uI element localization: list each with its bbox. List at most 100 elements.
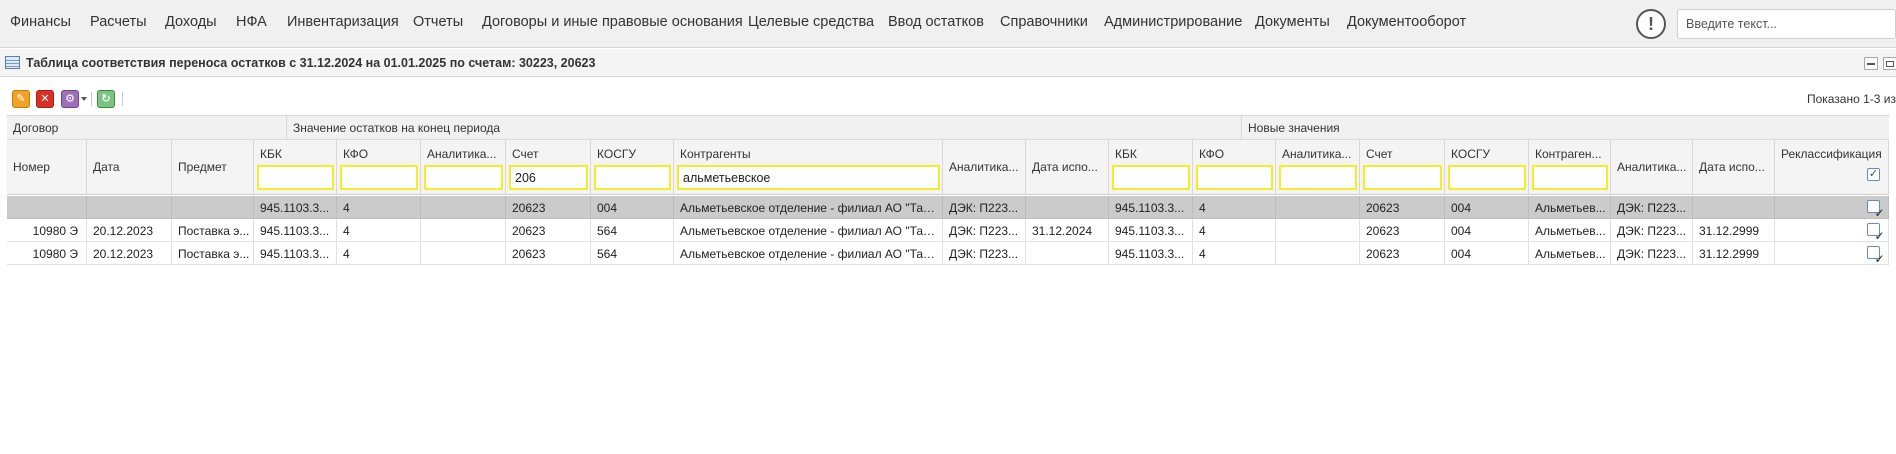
column-label: Аналитика... [1617,160,1687,174]
checkmark-icon: ✓ [1868,168,1879,180]
column-label: Контрагенты [680,147,751,161]
cell-data: 20.12.2023 [87,242,172,264]
menu-item-otchety[interactable]: Отчеты [413,14,463,30]
menu-item-dogovory[interactable]: Договоры и иные правовые основания [482,14,743,30]
cell-new-kontragenty: Альметьев... [1529,219,1611,241]
chevron-down-icon[interactable] [81,97,87,101]
cell-reklassifikatsiya: ✓ [1775,219,1889,241]
data-grid: Договор Значение остатков на конец перио… [7,115,1889,265]
cell-analitika-2: ДЭК: П223... [943,219,1026,241]
table-icon [5,56,20,69]
column-label: КБК [260,147,282,161]
menu-item-dokhody[interactable]: Доходы [165,14,217,30]
reclass-checkbox[interactable]: ✓ [1867,200,1885,218]
cell-analitika-2: ДЭК: П223... [943,242,1026,264]
header-col-kfo[interactable]: КФО [337,140,421,195]
cell-text: Альметьев... [1535,224,1606,238]
filter-kfo[interactable] [340,165,418,190]
cell-text: 4 [343,224,350,238]
table-row[interactable]: 10980 Э 20.12.2023 Поставка э... 945.1103.3… [7,242,1889,265]
header-col-new-kbk[interactable]: КБК [1109,140,1193,195]
cell-new-kosgu: 004 [1445,219,1529,241]
filter-new-kbk[interactable] [1112,165,1190,190]
header-col-schet[interactable]: Счет [506,140,591,195]
refresh-button[interactable]: ↻ [97,90,115,108]
reclass-checkbox[interactable]: ✓ [1867,246,1885,264]
menu-item-dokumenty[interactable]: Документы [1255,14,1330,30]
cell-text: 564 [597,224,618,238]
column-label: Аналитика... [949,160,1019,174]
header-col-predmet[interactable]: Предмет [172,140,254,195]
filter-analitika[interactable] [424,165,503,190]
cell-new-kosgu: 004 [1445,242,1529,264]
menu-item-vvod-ostatkov[interactable]: Ввод остатков [888,14,984,30]
menu-item-raschety[interactable]: Расчеты [90,14,147,30]
header-col-new-kfo[interactable]: КФО [1193,140,1276,195]
cell-kontragenty: Альметьевское отделение - филиал АО "Тат… [674,196,943,218]
header-col-kosgu[interactable]: КОСГУ [591,140,674,195]
cell-kfo: 4 [337,242,421,264]
header-col-nomer[interactable]: Номер [7,140,87,195]
cell-text: 4 [1199,201,1206,215]
alert-icon[interactable]: ! [1636,9,1666,39]
column-label: Дата [93,160,120,174]
column-label: КФО [343,147,369,161]
column-label: Аналитика... [1282,147,1352,161]
header-col-reklassifikatsiya[interactable]: Реклассификация ✓ [1775,140,1889,195]
menu-item-spravochniki[interactable]: Справочники [1000,14,1088,30]
header-col-new-kosgu[interactable]: КОСГУ [1445,140,1529,195]
header-col-new-analitika-2[interactable]: Аналитика... [1611,140,1693,195]
filter-kontragenty[interactable] [677,165,940,190]
filter-new-kfo[interactable] [1196,165,1273,190]
search-input[interactable] [1678,10,1895,38]
header-col-new-analitika[interactable]: Аналитика... [1276,140,1360,195]
cell-text: 31.12.2024 [1032,224,1093,238]
menu-item-administrirovanie[interactable]: Администрирование [1104,14,1242,30]
cell-text: 945.1103.3... [260,224,330,238]
cell-text: 4 [1199,224,1206,238]
cell-reklassifikatsiya: ✓ [1775,242,1889,264]
header-col-new-kontragenty[interactable]: Контраген... [1529,140,1611,195]
column-label: Дата испо... [1699,160,1765,174]
column-label: Счет [1366,147,1393,161]
minimize-button[interactable] [1864,57,1878,70]
filter-kbk[interactable] [257,165,334,190]
menu-item-dokumentooborot[interactable]: Документооборот [1347,14,1466,30]
menu-item-finansy[interactable]: Финансы [10,14,71,30]
table-row[interactable]: 945.1103.3... 4 20623 004 Альметьевское отде… [7,196,1889,219]
select-all-checkbox[interactable]: ✓ [1867,168,1880,181]
restore-button[interactable] [1883,57,1896,70]
edit-button[interactable]: ✎ [12,90,30,108]
cell-new-analitika [1276,196,1360,218]
filter-kosgu[interactable] [594,165,671,190]
menu-item-tselevye-sredstva[interactable]: Целевые средства [748,14,874,30]
filter-new-analitika[interactable] [1279,165,1357,190]
header-col-analitika-2[interactable]: Аналитика... [943,140,1026,195]
header-col-data-ispolneniya[interactable]: Дата испо... [1026,140,1109,195]
checkmark-icon: ✓ [1874,229,1885,241]
filter-new-kosgu[interactable] [1448,165,1526,190]
menu-item-nfa[interactable]: НФА [236,14,267,30]
header-col-new-schet[interactable]: Счет [1360,140,1445,195]
menu-item-inventarizatsiya[interactable]: Инвентаризация [287,14,399,30]
cell-text: 20623 [1366,224,1400,238]
paging-info: Показано 1-3 из [1806,92,1896,106]
cell-text: Альметьевское отделение - филиал АО "Тат… [680,201,939,215]
column-label: КФО [1199,147,1225,161]
cell-predmet: Поставка э... [172,242,254,264]
table-row[interactable]: 10980 Э 20.12.2023 Поставка э... 945.1103.3… [7,219,1889,242]
filter-schet[interactable] [509,165,588,190]
header-col-analitika[interactable]: Аналитика... [421,140,506,195]
cell-new-schet: 20623 [1360,242,1445,264]
header-col-new-data-ispolneniya[interactable]: Дата испо... [1693,140,1775,195]
reclass-checkbox[interactable]: ✓ [1867,223,1885,241]
filter-new-kontragenty[interactable] [1532,165,1608,190]
header-col-data[interactable]: Дата [87,140,172,195]
settings-button[interactable]: ⚙ [61,90,79,108]
delete-button[interactable]: ✕ [36,90,54,108]
cell-data-ispolneniya [1026,242,1109,264]
header-col-kontragenty[interactable]: Контрагенты [674,140,943,195]
filter-new-schet[interactable] [1363,165,1442,190]
header-col-kbk[interactable]: КБК [254,140,337,195]
cell-data [87,196,172,218]
